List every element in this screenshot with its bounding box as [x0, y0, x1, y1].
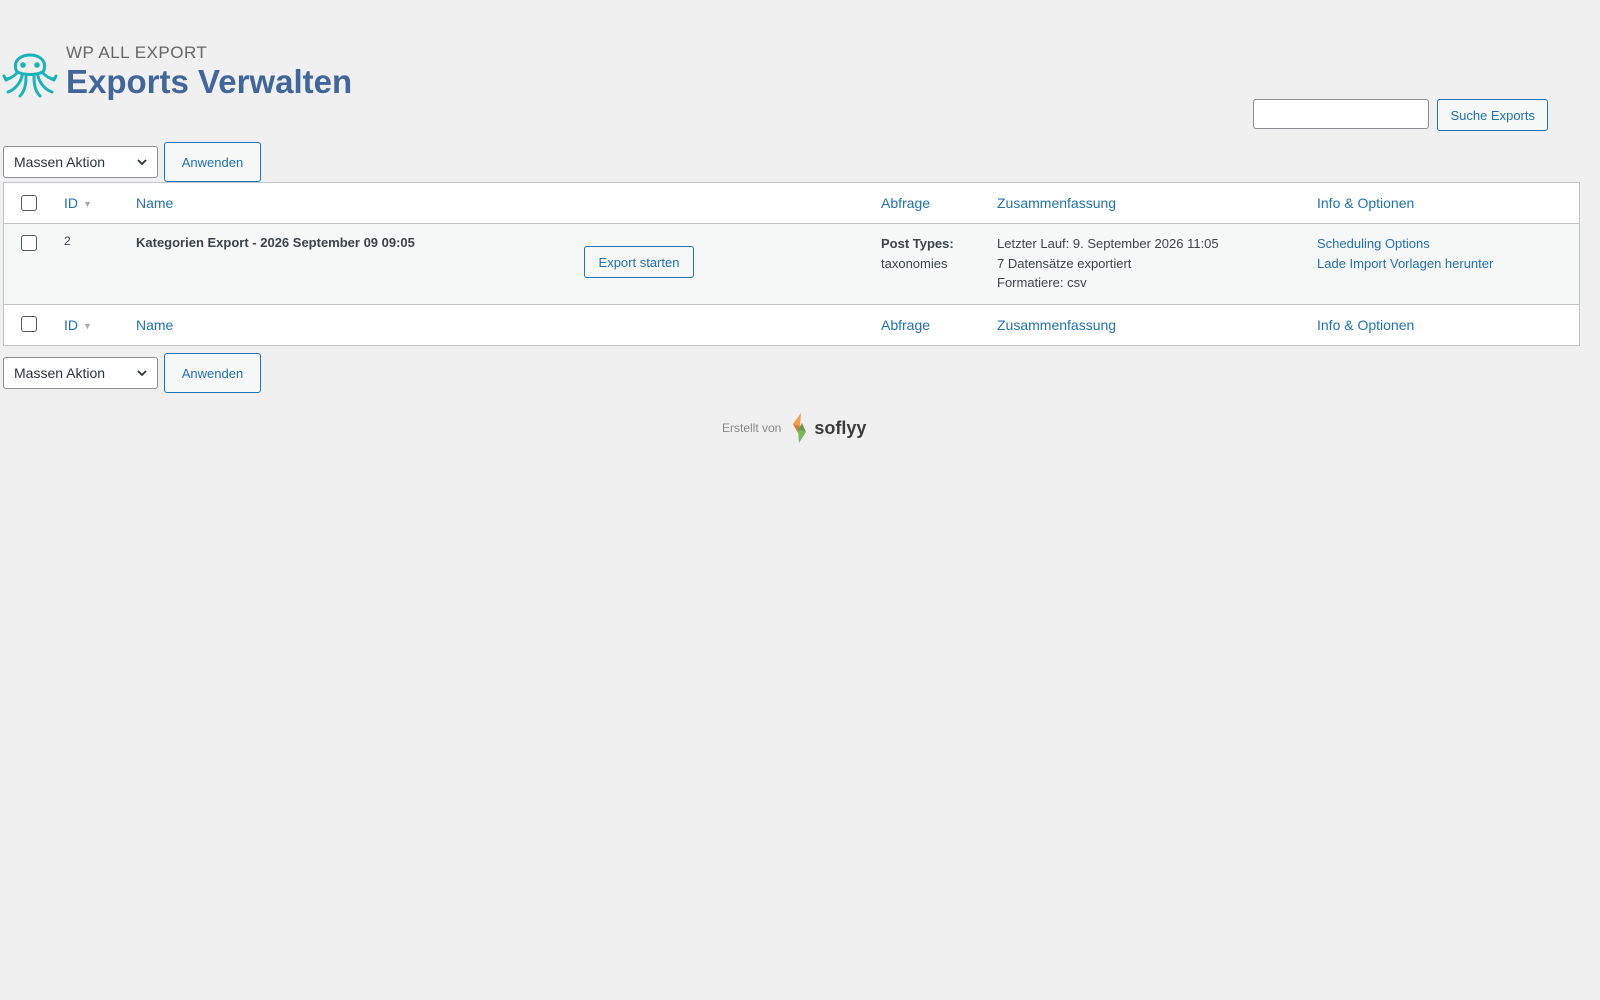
- search-exports-button[interactable]: Suche Exports: [1437, 99, 1548, 131]
- chevron-down-icon: [137, 370, 147, 377]
- bulk-action-select-bottom[interactable]: Massen Aktion: [3, 357, 158, 389]
- scheduling-options-link[interactable]: Scheduling Options: [1317, 234, 1493, 254]
- column-id-footer[interactable]: ID ▼: [64, 305, 92, 346]
- chevron-down-icon: [137, 159, 147, 166]
- bulk-actions-top: Massen Aktion Anwenden: [3, 142, 261, 182]
- summary-last-run: Letzter Lauf: 9. September 2026 11:05: [997, 236, 1219, 251]
- column-info[interactable]: Info & Optionen: [1317, 183, 1414, 223]
- search-input[interactable]: [1253, 99, 1430, 129]
- credit-label: Erstellt von: [722, 421, 782, 435]
- page-title: Exports Verwalten: [66, 63, 353, 100]
- column-name-footer[interactable]: Name: [136, 305, 173, 345]
- search-box: Suche Exports: [1253, 99, 1548, 131]
- octopus-icon: [2, 53, 58, 98]
- row-id: 2: [64, 234, 71, 248]
- row-query: Post Types: taxonomies: [881, 234, 954, 273]
- page-header: WP ALL EXPORT Exports Verwalten: [2, 40, 352, 102]
- query-value: taxonomies: [881, 255, 948, 271]
- row-name[interactable]: Kategorien Export - 2026 September 09 09…: [136, 235, 415, 250]
- column-info-footer[interactable]: Info & Optionen: [1317, 305, 1414, 345]
- table-header: ID ▼ Name Abfrage Zusammenfassung Info & …: [4, 183, 1579, 224]
- row-checkbox[interactable]: [21, 235, 37, 251]
- apply-button[interactable]: Anwenden: [164, 142, 261, 182]
- column-id[interactable]: ID ▼: [64, 183, 92, 224]
- download-import-templates-link[interactable]: Lade Import Vorlagen herunter: [1317, 254, 1493, 274]
- row-summary: Letzter Lauf: 9. September 2026 11:05 7 …: [997, 234, 1219, 293]
- sort-down-icon: ▼: [83, 321, 92, 331]
- row-info: Scheduling Options Lade Import Vorlagen …: [1317, 234, 1493, 273]
- summary-format: Formatiere: csv: [997, 275, 1087, 290]
- summary-records: 7 Datensätze exportiert: [997, 255, 1132, 271]
- column-query-footer[interactable]: Abfrage: [881, 305, 930, 345]
- column-name[interactable]: Name: [136, 183, 173, 223]
- query-label: Post Types:: [881, 236, 954, 251]
- bulk-action-selected: Massen Aktion: [14, 365, 106, 381]
- brand-name: WP ALL EXPORT: [66, 43, 208, 62]
- bulk-action-select[interactable]: Massen Aktion: [3, 146, 158, 178]
- column-id-label: ID: [64, 317, 78, 333]
- bulk-action-selected: Massen Aktion: [14, 154, 106, 170]
- select-all-checkbox[interactable]: [21, 195, 37, 211]
- sort-down-icon: ▼: [83, 199, 92, 209]
- soflyy-logo-text[interactable]: soflyy: [814, 418, 866, 439]
- apply-button-bottom[interactable]: Anwenden: [164, 353, 261, 393]
- bulk-actions-bottom: Massen Aktion Anwenden: [3, 353, 261, 393]
- column-summary-footer[interactable]: Zusammenfassung: [997, 305, 1116, 345]
- table-row: 2 Kategorien Export - 2026 September 09 …: [4, 224, 1579, 304]
- footer-credit: Erstellt von soflyy: [722, 412, 866, 444]
- exports-table: ID ▼ Name Abfrage Zusammenfassung Info & …: [3, 182, 1580, 346]
- column-query[interactable]: Abfrage: [881, 183, 930, 223]
- column-summary[interactable]: Zusammenfassung: [997, 183, 1116, 223]
- column-id-label: ID: [64, 195, 78, 211]
- table-footer: ID ▼ Name Abfrage Zusammenfassung Info & …: [4, 304, 1579, 345]
- select-all-checkbox-footer[interactable]: [21, 316, 37, 332]
- soflyy-icon: [793, 413, 807, 443]
- export-start-button[interactable]: Export starten: [584, 246, 694, 278]
